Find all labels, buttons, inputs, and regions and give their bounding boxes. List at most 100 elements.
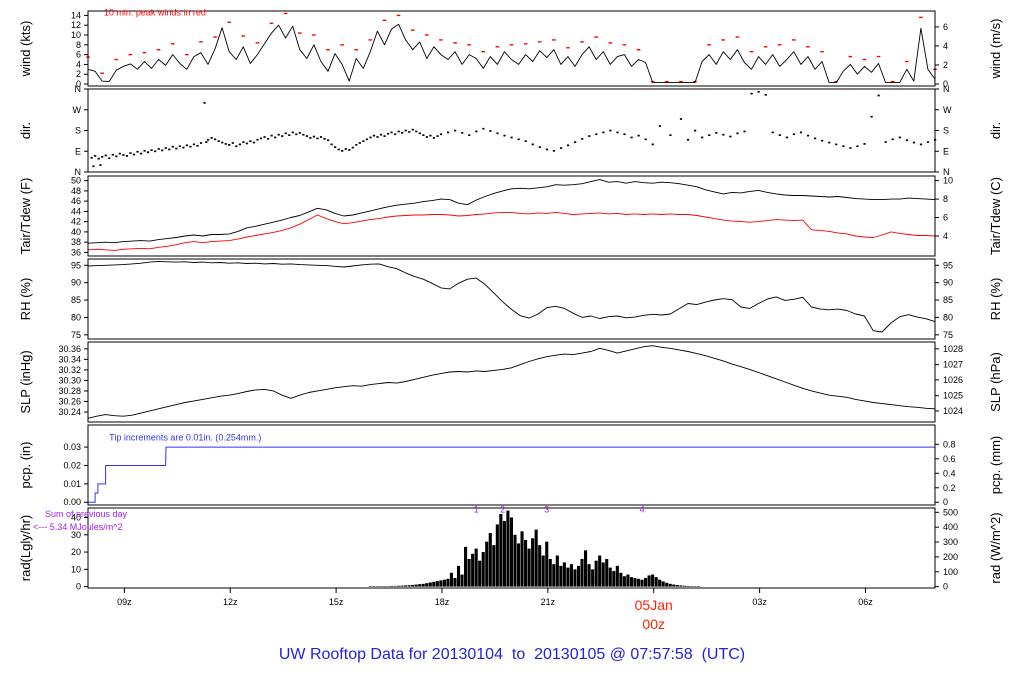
- ytick-label-right: 1024: [943, 406, 963, 416]
- ytick-label-right: 100: [943, 567, 958, 577]
- ytick-label-right: N: [943, 84, 950, 94]
- axis-title-right-temp: Tair/Tdew (C): [988, 177, 1003, 255]
- chart-title: UW Rooftop Data for 20130104 to 20130105…: [278, 646, 746, 663]
- ytick-label-right: 90: [943, 278, 953, 288]
- series-mean-wind: [87, 23, 936, 84]
- ytick-label-right: 80: [943, 312, 953, 322]
- ytick-label: 42: [71, 217, 81, 227]
- series-tdew: [87, 211, 936, 251]
- ytick-label: 0.02: [63, 460, 81, 470]
- ytick-label: 30.24: [58, 407, 81, 417]
- ytick-label-right: 0.2: [943, 483, 956, 493]
- ytick-label-right: 0: [943, 582, 948, 592]
- axis-title-right-wind: wind (m/s): [988, 19, 1003, 80]
- xtick-label: 06z: [858, 597, 873, 607]
- ytick-label: 0.03: [63, 442, 81, 452]
- ytick-label: 44: [71, 206, 81, 216]
- ytick-label-right: 0: [943, 497, 948, 507]
- ytick-label-right: 0.4: [943, 468, 956, 478]
- xtick-label: 21z: [541, 597, 556, 607]
- panel-wind: 024681012140246wind (kts) wind (m/s)10 mi…: [18, 7, 1003, 89]
- ytick-label: 30.32: [58, 365, 81, 375]
- axis-title-left-slp: SLP (inHg): [18, 350, 33, 413]
- ytick-label-right: 1028: [943, 344, 963, 354]
- axis-title-left-wind: wind (kts): [18, 21, 33, 78]
- xtick-date-label: 05Jan: [635, 597, 673, 613]
- series-tair: [87, 179, 936, 244]
- series-peak-wind-10min: [86, 12, 937, 83]
- ytick-label: 46: [71, 196, 81, 206]
- ytick-label: 95: [71, 260, 81, 270]
- xtick-label: 12z: [223, 597, 238, 607]
- ytick-label-right: 1025: [943, 391, 963, 401]
- ytick-label: 4: [76, 59, 81, 69]
- ytick-label-right: 4: [943, 231, 948, 241]
- axis-title-right-rh: RH (%): [988, 278, 1003, 321]
- panel-border-slp: [87, 341, 936, 423]
- panel-temp: 363840424446485046810Tair/Tdew (F) Tair/T…: [18, 175, 1003, 257]
- rad-note: Sum of previous day: [45, 509, 128, 519]
- xtick-label: 18z: [435, 597, 450, 607]
- xtick-label-red: 00z: [642, 616, 665, 632]
- series-precip-accum: [88, 446, 935, 503]
- ytick-label: 30.34: [58, 354, 81, 364]
- panel-border-rh: [87, 258, 936, 340]
- series-relative-humidity: [87, 260, 936, 333]
- annotation-wind: 10 min. peak winds in red: [104, 7, 206, 17]
- ytick-label: 14: [71, 10, 81, 20]
- ytick-label: 30.26: [58, 396, 81, 406]
- ytick-label: 75: [71, 330, 81, 340]
- ytick-label-right: W: [943, 105, 952, 115]
- ytick-label-right: 1027: [943, 360, 963, 370]
- panel-slp: 30.2430.2630.2830.3030.3230.3430.36 1024 1…: [18, 341, 1003, 423]
- ytick-label: 0: [76, 582, 81, 592]
- ytick-label: 30.30: [58, 375, 81, 385]
- ytick-label-right: 6: [943, 22, 948, 32]
- ytick-label-right: 0.8: [943, 439, 956, 449]
- rad-marker-4: 4: [640, 504, 645, 514]
- axis-title-left-rh: RH (%): [18, 278, 33, 321]
- xtick-label: 09z: [117, 597, 132, 607]
- panel-pcp: 0.00 0.01 0.02 0.03 0 0.2 0.4 0.6 0.8 pcp. (in) pc…: [18, 424, 1003, 507]
- ytick-label-right: 95: [943, 260, 953, 270]
- rad-marker-1: 1: [474, 504, 479, 514]
- ytick-label-right: 10: [943, 176, 953, 186]
- ytick-label: 10: [71, 30, 81, 40]
- ytick-label-right: 0.6: [943, 454, 956, 464]
- rad-marker-2: 2: [500, 504, 505, 514]
- panel-dir: NESWNNESWNdir. dir.: [18, 84, 1003, 177]
- ytick-label-right: 1026: [943, 375, 963, 385]
- ytick-label: 20: [71, 547, 81, 557]
- ytick-label: 40: [71, 227, 81, 237]
- ytick-label-right: 85: [943, 295, 953, 305]
- ytick-label: 90: [71, 278, 81, 288]
- ytick-label-right: 200: [943, 552, 958, 562]
- ytick-label-right: E: [943, 146, 949, 156]
- ytick-label: 12: [71, 20, 81, 30]
- rad-marker-3: 3: [544, 504, 549, 514]
- ytick-label-right: 6: [943, 213, 948, 223]
- axis-title-right-rad: rad (W/m^2): [988, 512, 1003, 583]
- ytick-label-right: S: [943, 126, 949, 136]
- ytick-label: 8: [76, 40, 81, 50]
- panel-rad: 0102030400100200300400500rad(Lgly/hr) rad…: [18, 504, 1003, 591]
- axis-title-left-dir: dir.: [18, 122, 33, 139]
- ytick-label: 2: [76, 69, 81, 79]
- ytick-label: N: [75, 84, 82, 94]
- ytick-label-right: 4: [943, 41, 948, 51]
- xtick-label: 15z: [329, 597, 344, 607]
- weather-chart-svg: 024681012140246wind (kts) wind (m/s)10 mi…: [18, 7, 1003, 632]
- annotation-pcp: Tip increments are 0.01in. (0.254mm.): [109, 433, 261, 443]
- ytick-label-right: 400: [943, 522, 958, 532]
- ytick-label: 30.36: [58, 344, 81, 354]
- ytick-label: 80: [71, 312, 81, 322]
- series-sea-level-pressure: [87, 345, 936, 419]
- ytick-label: 30.28: [58, 386, 81, 396]
- axis-title-right-slp: SLP (hPa): [988, 352, 1003, 412]
- ytick-label-right: 75: [943, 330, 953, 340]
- x-axis: 09z 12z 15z 18z 21z 05Jan 00z 03z 06z: [117, 588, 873, 632]
- series-wind-direction: [90, 90, 937, 168]
- ytick-label: S: [75, 126, 81, 136]
- xtick-label: 03z: [752, 597, 767, 607]
- ytick-label-right: 500: [943, 507, 958, 517]
